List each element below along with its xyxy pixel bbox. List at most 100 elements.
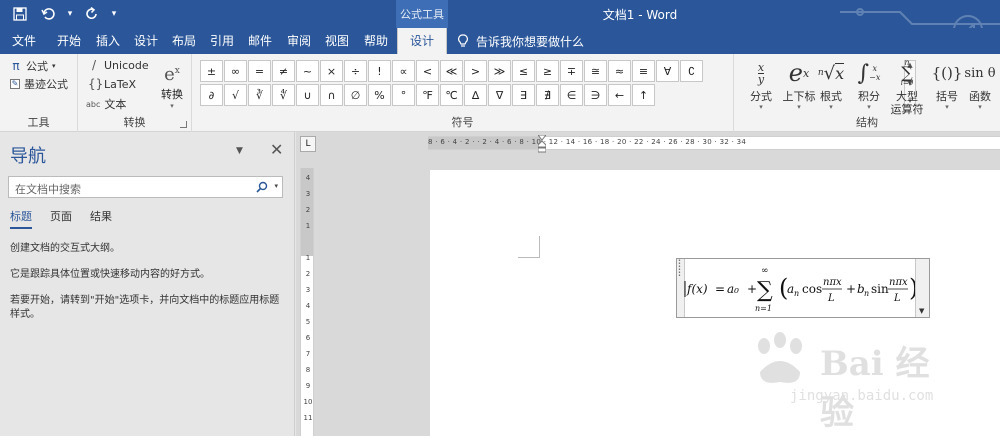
navigation-pane: 导航 ▼ ✕ 在文档中搜索 ▾ 标题 页面 结果 创建文档的交互式大纲。 它是跟… <box>0 132 295 436</box>
vertical-ruler-number: 4 <box>305 174 311 182</box>
symbol-button[interactable]: = <box>248 60 271 82</box>
equation-options-button[interactable]: ▼ <box>915 259 929 317</box>
tab-home[interactable]: 开始 <box>50 28 88 54</box>
fourier-series-equation[interactable]: f(x) = a₀ + ∞ ∑ n=1 ( a n cos nπx L + b … <box>681 261 917 315</box>
tab-view[interactable]: 视图 <box>318 28 356 54</box>
vertical-ruler-number: 5 <box>305 318 311 326</box>
svg-text:+: + <box>846 282 856 296</box>
tab-references[interactable]: 引用 <box>203 28 241 54</box>
conversions-group-label: 转换 <box>123 116 146 129</box>
symbol-button[interactable]: × <box>320 60 343 82</box>
convert-button[interactable]: ex 转换 ▾ <box>152 56 192 114</box>
tab-help[interactable]: 帮助 <box>356 28 396 54</box>
ink-equation-button[interactable]: ✎ 墨迹公式 <box>10 76 68 92</box>
symbol-button[interactable]: ∀ <box>656 60 679 82</box>
search-options-icon[interactable]: ▾ <box>274 182 278 190</box>
symbol-button[interactable]: ° <box>392 84 415 106</box>
close-icon[interactable]: ✕ <box>270 140 283 159</box>
symbol-button[interactable]: ∄ <box>536 84 559 106</box>
customize-icon[interactable]: ▾ <box>108 4 120 24</box>
document-page[interactable]: • • • • • • f(x) = a₀ + ∞ ∑ n=1 ( a n cos <box>430 170 1000 436</box>
symbol-button[interactable]: ≅ <box>584 60 607 82</box>
symbol-button[interactable]: ∓ <box>560 60 583 82</box>
paw-logo-icon <box>758 332 802 383</box>
vertical-ruler[interactable]: 4 3 2 1 1 2 3 4 5 6 7 8 9 10 11 <box>300 168 314 436</box>
vertical-ruler-number: 10 <box>303 398 313 406</box>
symbol-button[interactable]: ← <box>608 84 631 106</box>
symbol-button[interactable]: ± <box>200 60 223 82</box>
indent-marker-icon[interactable] <box>538 135 546 153</box>
symbol-button[interactable]: ∁ <box>680 60 703 82</box>
abc-icon: abc <box>86 99 101 109</box>
symbol-button[interactable]: ÷ <box>344 60 367 82</box>
convert-icon: ex <box>164 64 180 85</box>
symbol-button[interactable]: ~ <box>296 60 319 82</box>
nav-tab-pages[interactable]: 页面 <box>50 208 72 229</box>
undo-icon[interactable] <box>36 4 60 24</box>
unicode-option[interactable]: / Unicode <box>88 58 149 72</box>
symbol-button[interactable]: ∜ <box>272 84 295 106</box>
symbol-button[interactable]: ∂ <box>200 84 223 106</box>
tab-mailings[interactable]: 邮件 <box>241 28 279 54</box>
vertical-ruler-number: 11 <box>303 414 313 422</box>
symbol-button[interactable]: ∪ <box>296 84 319 106</box>
symbol-button[interactable]: ∇ <box>488 84 511 106</box>
latex-option[interactable]: {} LaTeX <box>88 77 136 91</box>
save-icon[interactable] <box>8 4 32 24</box>
tab-insert[interactable]: 插入 <box>89 28 127 54</box>
equation-button[interactable]: π 公式 ▾ <box>10 58 55 74</box>
equation-container[interactable]: • • • • • • f(x) = a₀ + ∞ ∑ n=1 ( a n cos <box>676 258 930 318</box>
symbols-group: ± ∞ = ≠ ~ × ÷! ∝ < ≪ > ≫ ≤ ≥ ∓ ≅ ≈ ≡ ∀ ∁ ∂ √ ∛ ∜ ∪ ∩ ∅% ° ℉ ℃ ∆ ∇ ∃ ∄ ∈ ∋ ← ↑… <box>192 54 916 132</box>
nav-search-input[interactable]: 在文档中搜索 ▾ <box>8 176 283 198</box>
search-icon[interactable] <box>256 181 268 193</box>
symbol-button[interactable]: ∞ <box>224 60 247 82</box>
function-button[interactable]: sin θ 函数 ▾ <box>958 56 1000 116</box>
text-option[interactable]: abc 文本 <box>86 96 126 112</box>
symbol-button[interactable]: ∅ <box>344 84 367 106</box>
pi-icon: π <box>12 59 20 73</box>
ruler-numbers: 8 · 6 · 4 · 2 · · 2 · 4 · 6 · 8 · 10 · 1… <box>428 138 747 146</box>
symbol-button[interactable]: ≡ <box>632 60 655 82</box>
tab-equation-design[interactable]: 设计 <box>397 28 447 54</box>
symbol-button[interactable]: ∆ <box>464 84 487 106</box>
symbol-button[interactable]: ∃ <box>512 84 535 106</box>
redo-icon[interactable] <box>80 4 104 24</box>
equation-label: 公式 <box>26 60 48 73</box>
symbol-button[interactable]: ↑ <box>632 84 655 106</box>
symbol-button[interactable]: ∋ <box>584 84 607 106</box>
symbol-button[interactable]: ∈ <box>560 84 583 106</box>
symbol-button[interactable]: ∩ <box>320 84 343 106</box>
tab-design[interactable]: 设计 <box>127 28 165 54</box>
symbol-button[interactable]: % <box>368 84 391 106</box>
sum-icon: ∑ <box>757 278 773 303</box>
tab-selector[interactable]: L <box>300 136 316 152</box>
symbol-button[interactable]: √ <box>224 84 247 106</box>
symbol-button[interactable]: ℉ <box>416 84 439 106</box>
nav-help-line-2: 它是跟踪具体位置或快速移动内容的好方式。 <box>10 269 210 280</box>
vertical-ruler-number: 2 <box>305 270 311 278</box>
horizontal-ruler[interactable]: 8 · 6 · 4 · 2 · · 2 · 4 · 6 · 8 · 10 · 1… <box>428 135 1000 153</box>
nav-tab-results[interactable]: 结果 <box>90 208 112 229</box>
symbol-button[interactable]: ! <box>368 60 391 82</box>
tab-file[interactable]: 文件 <box>4 28 44 54</box>
undo-dropdown-icon[interactable]: ▾ <box>64 4 76 24</box>
symbol-button[interactable]: ℃ <box>440 84 463 106</box>
symbol-button[interactable]: ≫ <box>488 60 511 82</box>
symbol-button[interactable]: ∝ <box>392 60 415 82</box>
symbol-button[interactable]: ≈ <box>608 60 631 82</box>
tell-me-box[interactable]: 告诉我你想要做什么 <box>456 28 584 54</box>
unicode-label: Unicode <box>104 58 149 72</box>
symbol-button[interactable]: ≠ <box>272 60 295 82</box>
symbol-button[interactable]: ≥ <box>536 60 559 82</box>
symbol-button[interactable]: < <box>416 60 439 82</box>
dialog-launcher-icon[interactable] <box>180 121 187 128</box>
pane-options-icon[interactable]: ▼ <box>236 146 243 156</box>
nav-tab-headings[interactable]: 标题 <box>10 208 32 229</box>
symbol-button[interactable]: ∛ <box>248 84 271 106</box>
symbol-button[interactable]: ≪ <box>440 60 463 82</box>
vertical-ruler-number: 1 <box>305 254 311 262</box>
symbol-button[interactable]: ≤ <box>512 60 535 82</box>
tab-layout[interactable]: 布局 <box>165 28 203 54</box>
tab-review[interactable]: 审阅 <box>280 28 318 54</box>
symbol-button[interactable]: > <box>464 60 487 82</box>
